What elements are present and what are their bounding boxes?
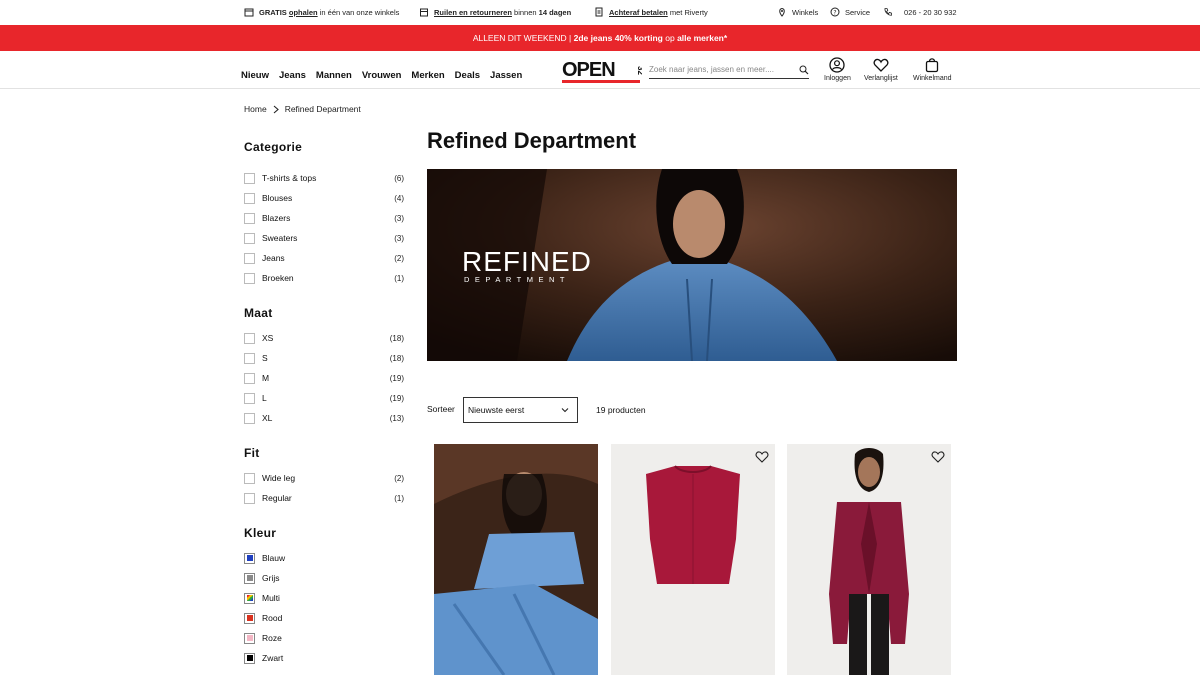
filter-option[interactable]: Regular (1) <box>244 488 404 508</box>
banner-logo-word: REFINED <box>462 246 592 277</box>
product-image[interactable] <box>434 444 598 675</box>
filter-title-fit: Fit <box>244 446 260 460</box>
color-swatch-multi[interactable] <box>244 592 255 604</box>
package-icon <box>420 8 428 17</box>
search-icon[interactable] <box>799 65 809 75</box>
checkbox[interactable] <box>244 352 255 364</box>
product-image[interactable] <box>611 444 775 675</box>
store-icon <box>244 8 254 17</box>
login-button[interactable]: Inloggen <box>824 57 851 82</box>
filter-option[interactable]: XS (18) <box>244 328 404 348</box>
brand-banner-image: REFINED DEPARTMENT <box>427 169 957 361</box>
promo-banner[interactable]: ALLEEN DIT WEEKEND | 2de jeans 40% korti… <box>0 25 1200 51</box>
checkbox[interactable] <box>244 192 255 204</box>
returns-info[interactable]: Ruilen en retourneren binnen 14 dagen <box>419 7 571 17</box>
wishlist-heart-icon[interactable] <box>931 450 945 463</box>
help-circle-icon: ? <box>830 7 840 17</box>
location-pin-icon <box>779 7 785 17</box>
nav-item-deals[interactable]: Deals <box>455 70 480 81</box>
phone-link[interactable]: 026 - 20 30 932 <box>883 7 957 17</box>
checkbox[interactable] <box>244 392 255 404</box>
checkbox[interactable] <box>244 332 255 344</box>
search-input[interactable]: Zoek naar jeans, jassen en meer.... <box>649 61 809 79</box>
color-swatch-blue[interactable] <box>244 552 255 564</box>
wishlist-button[interactable]: Verlanglijst <box>864 57 898 82</box>
filter-option[interactable]: Sweaters (3) <box>244 228 404 248</box>
nav-item-merken[interactable]: Merken <box>411 70 444 81</box>
sort-select[interactable]: Nieuwste eerst <box>463 397 578 423</box>
filter-option[interactable]: XL (13) <box>244 408 404 428</box>
payment-info[interactable]: Achteraf betalen met Riverty <box>594 7 708 17</box>
svg-text:?: ? <box>833 10 836 17</box>
filter-sidebar: Categorie T-shirts & tops (6) Blouses (4) … <box>244 140 404 668</box>
heart-icon <box>873 58 889 72</box>
color-option[interactable]: Grijs <box>244 568 404 588</box>
svg-text:32: 32 <box>636 66 642 75</box>
svg-text:OPEN: OPEN <box>562 59 615 81</box>
shopping-bag-icon <box>926 58 939 73</box>
filter-option[interactable]: Blazers (3) <box>244 208 404 228</box>
product-count: 19 producten <box>596 405 646 415</box>
filter-option[interactable]: Broeken (1) <box>244 268 404 288</box>
breadcrumb: Home Refined Department <box>244 104 361 114</box>
product-card[interactable] <box>611 444 775 675</box>
sort-label: Sorteer <box>427 404 455 414</box>
main-nav: Nieuw Jeans Mannen Vrouwen Merken Deals … <box>241 70 522 81</box>
color-swatch-black[interactable] <box>244 652 255 664</box>
filter-option[interactable]: L (19) <box>244 388 404 408</box>
nav-item-vrouwen[interactable]: Vrouwen <box>362 70 402 81</box>
color-swatch-pink[interactable] <box>244 632 255 644</box>
checkbox[interactable] <box>244 272 255 284</box>
cart-button[interactable]: Winkelmand <box>913 57 952 82</box>
color-swatch-grey[interactable] <box>244 572 255 584</box>
banner-logo-sub: DEPARTMENT <box>464 275 570 284</box>
nav-item-nieuw[interactable]: Nieuw <box>241 70 269 81</box>
open32-logo[interactable]: OPEN 32 <box>562 59 642 84</box>
document-icon <box>595 7 603 17</box>
filter-option[interactable]: Jeans (2) <box>244 248 404 268</box>
utility-bar: GRATIS ophalen in één van onze winkels R… <box>0 0 1200 25</box>
checkbox[interactable] <box>244 472 255 484</box>
filter-title-kleur: Kleur <box>244 526 277 540</box>
filter-option[interactable]: Blouses (4) <box>244 188 404 208</box>
checkbox[interactable] <box>244 372 255 384</box>
color-option[interactable]: Roze <box>244 628 404 648</box>
breadcrumb-home[interactable]: Home <box>244 104 267 114</box>
chevron-right-icon <box>273 105 279 113</box>
nav-item-jeans[interactable]: Jeans <box>279 70 306 81</box>
filter-option[interactable]: M (19) <box>244 368 404 388</box>
stores-link[interactable]: Winkels <box>777 7 818 17</box>
nav-item-mannen[interactable]: Mannen <box>316 70 352 81</box>
filter-option[interactable]: T-shirts & tops (6) <box>244 168 404 188</box>
pickup-info[interactable]: GRATIS ophalen in één van onze winkels <box>244 7 399 17</box>
breadcrumb-current: Refined Department <box>284 104 361 114</box>
checkbox[interactable] <box>244 412 255 424</box>
color-option[interactable]: Zwart <box>244 648 404 668</box>
filter-option[interactable]: S (18) <box>244 348 404 368</box>
chevron-down-icon <box>561 408 569 413</box>
wishlist-heart-icon[interactable] <box>755 450 769 463</box>
checkbox[interactable] <box>244 252 255 264</box>
product-card[interactable] <box>434 444 598 675</box>
filter-option[interactable]: Wide leg (2) <box>244 468 404 488</box>
filter-title-maat: Maat <box>244 306 273 320</box>
color-swatch-red[interactable] <box>244 612 255 624</box>
checkbox[interactable] <box>244 492 255 504</box>
product-image[interactable] <box>787 444 951 675</box>
product-card[interactable] <box>787 444 951 675</box>
checkbox[interactable] <box>244 212 255 224</box>
main-header: Nieuw Jeans Mannen Vrouwen Merken Deals … <box>0 51 1200 89</box>
page-title: Refined Department <box>427 128 637 153</box>
service-link[interactable]: ? Service <box>830 7 870 17</box>
nav-item-jassen[interactable]: Jassen <box>490 70 522 81</box>
checkbox[interactable] <box>244 172 255 184</box>
user-icon <box>829 57 846 73</box>
color-option[interactable]: Multi <box>244 588 404 608</box>
color-option[interactable]: Rood <box>244 608 404 628</box>
checkbox[interactable] <box>244 232 255 244</box>
color-option[interactable]: Blauw <box>244 548 404 568</box>
filter-title-categorie: Categorie <box>244 140 303 154</box>
phone-icon <box>884 8 892 16</box>
